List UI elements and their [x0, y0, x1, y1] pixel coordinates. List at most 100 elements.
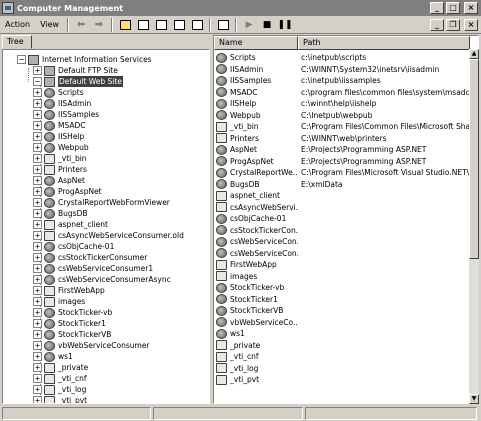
list-row[interactable]: csObjCache-01	[214, 213, 478, 224]
expand-icon[interactable]: +	[33, 264, 42, 273]
list-row[interactable]: csStockTickerCon...	[214, 225, 478, 236]
list-row[interactable]: CrystalReportWe... C:\Program Files\Micro…	[214, 167, 478, 178]
expand-icon[interactable]: +	[33, 275, 42, 284]
expand-icon[interactable]: +	[33, 99, 42, 108]
vertical-scrollbar[interactable]: ▲ ▼	[469, 49, 479, 404]
list-row[interactable]: _vti_bin C:\Program Files\Common Files\Mi…	[214, 121, 478, 132]
minimize-button[interactable]: _	[430, 2, 444, 14]
list-row[interactable]: _vti_cnf	[214, 351, 478, 362]
tree-item[interactable]: + vbWebServiceConsumer	[33, 340, 150, 351]
tree-item[interactable]: + IISHelp	[33, 131, 84, 142]
list-row[interactable]: StockTickerVB	[214, 305, 478, 316]
tree-item[interactable]: + StockTicker-vb	[33, 307, 112, 318]
expand-icon[interactable]: +	[33, 341, 42, 350]
up-folder-icon[interactable]	[117, 17, 133, 32]
forward-arrow-icon[interactable]: ⇨	[91, 17, 107, 32]
expand-icon[interactable]: +	[33, 88, 42, 97]
expand-icon[interactable]: +	[33, 396, 42, 403]
expand-icon[interactable]: +	[33, 385, 42, 394]
list-row[interactable]: _private	[214, 340, 478, 351]
tree-item[interactable]: + StockTicker1	[33, 318, 106, 329]
tree-item[interactable]: + FirstWebApp	[33, 285, 105, 296]
tree-item-web-site[interactable]: − Default Web Site	[33, 76, 123, 87]
expand-icon[interactable]: +	[33, 363, 42, 372]
expand-icon[interactable]: +	[33, 319, 42, 328]
tree-item[interactable]: + csWebServiceConsumer1	[33, 263, 153, 274]
expand-icon[interactable]: +	[33, 198, 42, 207]
refresh-icon[interactable]	[171, 17, 187, 32]
expand-icon[interactable]: +	[33, 297, 42, 306]
list-row[interactable]: IISAdmin C:\WINNT\System32\inetsrv\iisadm…	[214, 64, 478, 75]
list-row[interactable]: ws1	[214, 328, 478, 339]
show-tree-icon[interactable]	[135, 17, 151, 32]
collapse-icon[interactable]: −	[33, 77, 42, 86]
tree-item[interactable]: + _vti_cnf	[33, 373, 86, 384]
expand-icon[interactable]: +	[33, 132, 42, 141]
expand-icon[interactable]: +	[33, 374, 42, 383]
tree-item[interactable]: + CrystalReportWebFormViewer	[33, 197, 170, 208]
export-icon[interactable]	[189, 17, 205, 32]
tree-item[interactable]: + StockTickerVB	[33, 329, 111, 340]
maximize-button[interactable]: □	[446, 2, 460, 14]
scroll-up-icon[interactable]: ▲	[469, 49, 479, 59]
list-row[interactable]: _vti_log	[214, 363, 478, 374]
tree-item[interactable]: + Webpub	[33, 142, 89, 153]
tree-item[interactable]: + csAsyncWebServiceConsumer.old	[33, 230, 184, 241]
tree-item[interactable]: + csStockTickerConsumer	[33, 252, 147, 263]
expand-icon[interactable]: +	[33, 231, 42, 240]
inner-close-button[interactable]: ×	[464, 18, 478, 31]
tree-item[interactable]: + images	[33, 296, 85, 307]
scroll-thumb[interactable]	[469, 59, 479, 259]
tree-item-root[interactable]: − Internet Information Services	[17, 54, 152, 65]
tree-item[interactable]: + Scripts	[33, 87, 84, 98]
expand-icon[interactable]: +	[33, 220, 42, 229]
expand-icon[interactable]: +	[33, 165, 42, 174]
column-header-path[interactable]: Path	[298, 36, 470, 50]
tree-item[interactable]: + aspnet_client	[33, 219, 108, 230]
tree-item[interactable]: + AspNet	[33, 175, 85, 186]
list-row[interactable]: Scripts c:\inetpub\scripts	[214, 52, 478, 63]
list-row[interactable]: csWebServiceCon...	[214, 248, 478, 259]
pause-icon[interactable]: ❚❚	[277, 17, 293, 32]
tab-tree[interactable]: Tree	[2, 35, 32, 49]
title-bar[interactable]: Computer Management _ □ ×	[0, 0, 481, 16]
menu-action[interactable]: Action	[0, 20, 35, 29]
expand-icon[interactable]: +	[33, 330, 42, 339]
collapse-icon[interactable]: −	[17, 55, 26, 64]
list-row[interactable]: vbWebServiceCo...	[214, 317, 478, 328]
properties-icon[interactable]	[153, 17, 169, 32]
expand-icon[interactable]: +	[33, 352, 42, 361]
list-row[interactable]: images	[214, 271, 478, 282]
list-pane[interactable]: Name Path Scripts c:\inetpub\scripts IISAd…	[213, 35, 479, 404]
tree-item[interactable]: + BugsDB	[33, 208, 88, 219]
column-header-name[interactable]: Name	[214, 36, 298, 50]
tree-item[interactable]: + _vti_pvt	[33, 395, 87, 403]
help-icon[interactable]	[215, 17, 231, 32]
tree-item[interactable]: + csObjCache-01	[33, 241, 114, 252]
tree-item[interactable]: + csWebServiceConsumerAsync	[33, 274, 171, 285]
expand-icon[interactable]: +	[33, 209, 42, 218]
list-row[interactable]: _vti_pvt	[214, 374, 478, 385]
menu-view[interactable]: View	[35, 20, 64, 29]
list-row[interactable]: BugsDB E:\xmlData	[214, 179, 478, 190]
list-row[interactable]: AspNet E:\Projects\Programming ASP.NET	[214, 144, 478, 155]
list-row[interactable]: FirstWebApp	[214, 259, 478, 270]
expand-icon[interactable]: +	[33, 66, 42, 75]
back-arrow-icon[interactable]: ⇦	[73, 17, 89, 32]
list-row[interactable]: StockTicker1	[214, 294, 478, 305]
list-row[interactable]: csWebServiceCon...	[214, 236, 478, 247]
tree-item[interactable]: + _vti_bin	[33, 153, 87, 164]
tree-pane[interactable]: − Internet Information Services + Defaul…	[2, 49, 210, 404]
list-row[interactable]: StockTicker-vb	[214, 282, 478, 293]
inner-minimize-button[interactable]: _	[430, 18, 444, 31]
tree-item[interactable]: + IISSamples	[33, 109, 99, 120]
stop-icon[interactable]: ■	[259, 17, 275, 32]
tree-item[interactable]: + _vti_log	[33, 384, 86, 395]
close-button[interactable]: ×	[464, 2, 478, 14]
list-row[interactable]: ProgAspNet E:\Projects\Programming ASP.NE…	[214, 156, 478, 167]
expand-icon[interactable]: +	[33, 121, 42, 130]
play-icon[interactable]: ▶	[241, 17, 257, 32]
tree-item[interactable]: + MSADC	[33, 120, 86, 131]
scroll-down-icon[interactable]: ▼	[469, 394, 479, 404]
tree-item[interactable]: + ProgAspNet	[33, 186, 102, 197]
